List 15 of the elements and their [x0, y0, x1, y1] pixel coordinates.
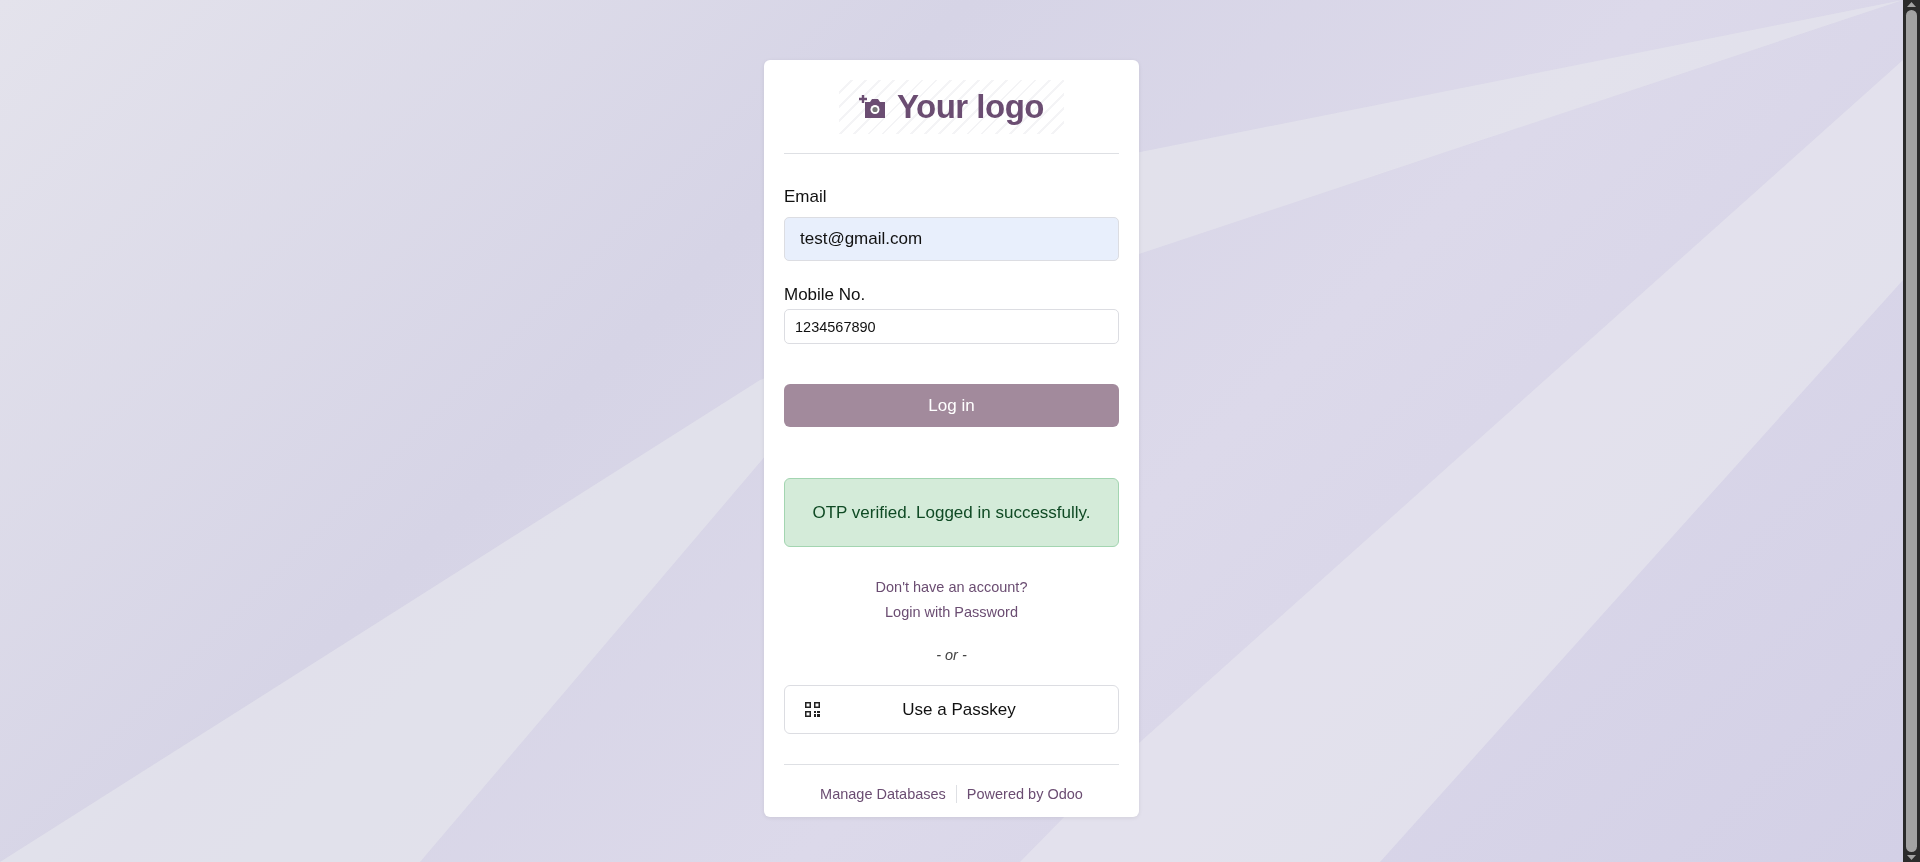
- input-field[interactable]: 1234567890: [784, 309, 1119, 344]
- camera-icon: [859, 94, 887, 120]
- separator-text: - or -: [936, 647, 967, 663]
- qr-code-icon: [805, 702, 820, 717]
- field-label: Email: [784, 187, 828, 207]
- footer-link[interactable]: Powered by Odoo: [966, 786, 1083, 802]
- passkey-button[interactable]: Use a Passkey: [784, 685, 1119, 734]
- logo-text: Your logo: [897, 88, 1044, 126]
- footer-link[interactable]: Manage Databases: [820, 786, 946, 802]
- success-alert: OTP verified. Logged in successfully.: [784, 478, 1119, 547]
- input-field[interactable]: test@gmail.com: [784, 217, 1119, 261]
- link[interactable]: Login with Password: [885, 604, 1018, 620]
- link[interactable]: Don't have an account?: [875, 579, 1028, 595]
- scroll-bar[interactable]: [1903, 0, 1920, 862]
- field-label: Mobile No.: [784, 285, 867, 305]
